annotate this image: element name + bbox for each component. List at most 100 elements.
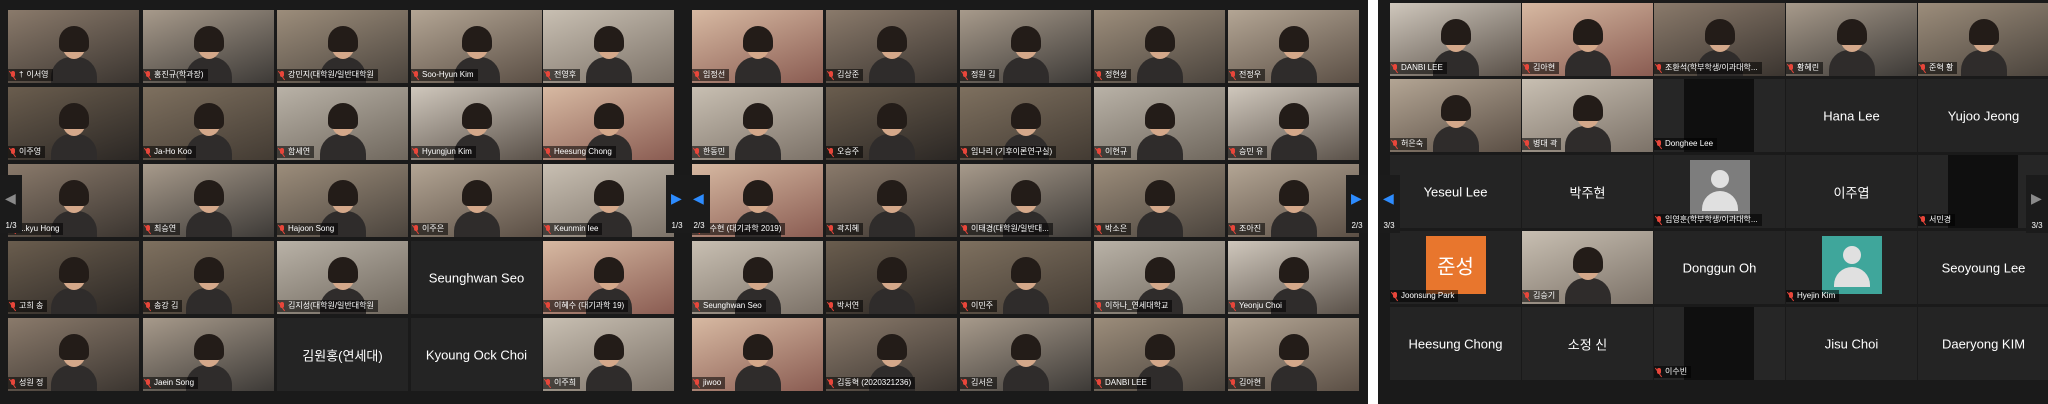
participant-tile[interactable]: 전정우 — [1228, 10, 1359, 83]
participant-tile[interactable]: 승민 유 — [1228, 87, 1359, 160]
participant-tile[interactable]: 김승기 — [1522, 231, 1653, 304]
muted-mic-icon — [694, 148, 700, 156]
participant-tile[interactable]: 김상준 — [826, 10, 957, 83]
participant-tile[interactable]: 이하나_연세대학교 — [1094, 241, 1225, 314]
participant-tile[interactable]: 고희 송 — [8, 241, 139, 314]
participant-tile[interactable]: Hyejin Kim — [1786, 231, 1917, 304]
participant-tile[interactable]: 정원 김 — [960, 10, 1091, 83]
participant-tile[interactable]: 정현성 — [1094, 10, 1225, 83]
participant-tile[interactable]: 홍진규(학과장) — [143, 10, 274, 83]
participant-tile[interactable]: Jaein Song — [143, 318, 274, 391]
muted-mic-icon — [1392, 140, 1398, 148]
participant-tile[interactable]: Hyungjun Kim — [411, 87, 542, 160]
participant-tile[interactable]: 김지성(대학원/일반대학원 — [277, 241, 408, 314]
participant-tile[interactable]: 박주현 — [1522, 155, 1653, 228]
participant-tile[interactable]: 박서연 — [826, 241, 957, 314]
participant-tile[interactable]: 전영후 — [543, 10, 674, 83]
participant-tile[interactable]: 조환석(학부학생/이과대학... — [1654, 3, 1785, 76]
participant-tile[interactable]: 곽지혜 — [826, 164, 957, 237]
prev-page-button[interactable]: ◀ 1/3 — [0, 175, 22, 233]
hair — [876, 103, 907, 129]
participant-name: 곽지혜 — [837, 224, 860, 233]
participant-tile[interactable]: Ja-Ho Koo — [143, 87, 274, 160]
participant-tile[interactable]: Hana Lee — [1786, 79, 1917, 152]
participant-display-name: 소정 신 — [1567, 337, 1608, 352]
participant-tile[interactable]: 이주엽 — [1786, 155, 1917, 228]
participant-tile[interactable]: † 이서영 — [8, 10, 139, 83]
participant-tile[interactable]: 김아현 — [1522, 3, 1653, 76]
participant-tile[interactable]: 김아현 — [1228, 318, 1359, 391]
participant-tile[interactable]: 이혜수 (대기과학 19) — [543, 241, 674, 314]
participant-tile[interactable]: 이민주 — [960, 241, 1091, 314]
participant-tile[interactable]: Jisu Choi — [1786, 307, 1917, 380]
participant-tile[interactable]: 오승주 — [826, 87, 957, 160]
participant-tile[interactable]: Donghee Lee — [1654, 79, 1785, 152]
participant-tile[interactable]: 김원홍(연세대) — [277, 318, 408, 391]
participant-tile[interactable]: 김동혁 (2020321236) — [826, 318, 957, 391]
participant-tile[interactable]: 준혁 황 — [1918, 3, 2048, 76]
participant-tile[interactable]: Seoyoung Lee — [1918, 231, 2048, 304]
participant-name-label: 강민지(대학원/일반대학원 — [277, 69, 378, 81]
participant-tile[interactable]: Donggun Oh — [1654, 231, 1785, 304]
participant-tile[interactable]: 이주희 — [543, 318, 674, 391]
participant-tile[interactable]: 이수빈 — [1654, 307, 1785, 380]
participant-tile[interactable]: DANBI LEE — [1094, 318, 1225, 391]
participant-tile[interactable]: 조아진 — [1228, 164, 1359, 237]
participant-tile[interactable]: 함세연 — [277, 87, 408, 160]
participant-tile[interactable]: Heesung Chong — [543, 87, 674, 160]
participant-name-label: Ja-Ho Koo — [143, 146, 196, 158]
participant-tile[interactable]: 황혜린 — [1786, 3, 1917, 76]
participant-tile[interactable]: DANBI LEE — [1390, 3, 1521, 76]
participant-tile[interactable]: Seunghwan Seo — [692, 241, 823, 314]
hair — [1836, 19, 1867, 45]
participant-tile[interactable]: Kyoung Ock Choi — [411, 318, 542, 391]
prev-page-button[interactable]: ◀ 2/3 — [688, 175, 710, 233]
participant-tile[interactable]: 병대 곽 — [1522, 79, 1653, 152]
torso — [1270, 134, 1317, 160]
participant-name-label: 이주영 — [8, 146, 46, 158]
prev-page-button[interactable]: ◀ 3/3 — [1378, 175, 1400, 233]
participant-tile[interactable]: jiwoo — [692, 318, 823, 391]
participant-tile[interactable]: 준성 Joonsung Park — [1390, 231, 1521, 304]
next-page-button[interactable]: ▶ 2/3 — [1346, 175, 1368, 233]
participant-silhouette — [1564, 95, 1611, 152]
participant-display-name: Hana Lee — [1823, 108, 1880, 123]
participant-tile[interactable]: Soo-Hyun Kim — [411, 10, 542, 83]
participant-tile[interactable]: ...kyu Hong — [8, 164, 139, 237]
participant-tile[interactable]: Yujoo Jeong — [1918, 79, 2048, 152]
participant-tile[interactable]: 소정 신 — [1522, 307, 1653, 380]
participant-tile[interactable]: Heesung Chong — [1390, 307, 1521, 380]
participant-tile[interactable]: Hajoon Song — [277, 164, 408, 237]
participant-tile[interactable]: 이주영 — [8, 87, 139, 160]
participant-tile[interactable]: 박소은 — [1094, 164, 1225, 237]
participant-tile[interactable]: Yeseul Lee — [1390, 155, 1521, 228]
participant-tile[interactable]: Seunghwan Seo — [411, 241, 542, 314]
participant-tile[interactable]: ...수현 (대기과학 2019) — [692, 164, 823, 237]
participant-tile[interactable]: Yeonju Choi — [1228, 241, 1359, 314]
participant-tile[interactable]: 성원 정 — [8, 318, 139, 391]
next-page-button[interactable]: ▶ 3/3 — [2026, 175, 2048, 233]
participant-tile[interactable]: 이주은 — [411, 164, 542, 237]
participant-tile[interactable]: 허은숙 — [1390, 79, 1521, 152]
participant-tile[interactable]: 최승연 — [143, 164, 274, 237]
participant-tile[interactable]: 이현규 — [1094, 87, 1225, 160]
participant-tile[interactable]: 김서은 — [960, 318, 1091, 391]
next-page-button[interactable]: ▶ 1/3 — [666, 175, 688, 233]
participant-name: 이하나_연세대학교 — [1105, 301, 1169, 310]
avatar-shoulders — [1833, 267, 1870, 287]
participant-tile[interactable]: 송강 김 — [143, 241, 274, 314]
torso — [1270, 365, 1317, 391]
participant-name: 이주영 — [19, 147, 42, 156]
participant-tile[interactable]: 임정선 — [692, 10, 823, 83]
participant-tile[interactable]: Keunmin lee — [543, 164, 674, 237]
participant-tile[interactable]: 한동민 — [692, 87, 823, 160]
participant-tile[interactable]: 임영훈(학부학생/이과대학... — [1654, 155, 1785, 228]
participant-tile[interactable]: 강민지(대학원/일반대학원 — [277, 10, 408, 83]
participant-tile[interactable]: Daeryong KIM — [1918, 307, 2048, 380]
participant-name: 정현성 — [1105, 70, 1128, 79]
participant-tile[interactable]: 이태경(대학원/일반대... — [960, 164, 1091, 237]
participant-name: 김상준 — [837, 70, 860, 79]
page-indicator: 3/3 — [2031, 221, 2043, 230]
participant-tile[interactable]: 임나리 (기후이론연구실) — [960, 87, 1091, 160]
muted-mic-icon — [828, 379, 834, 387]
